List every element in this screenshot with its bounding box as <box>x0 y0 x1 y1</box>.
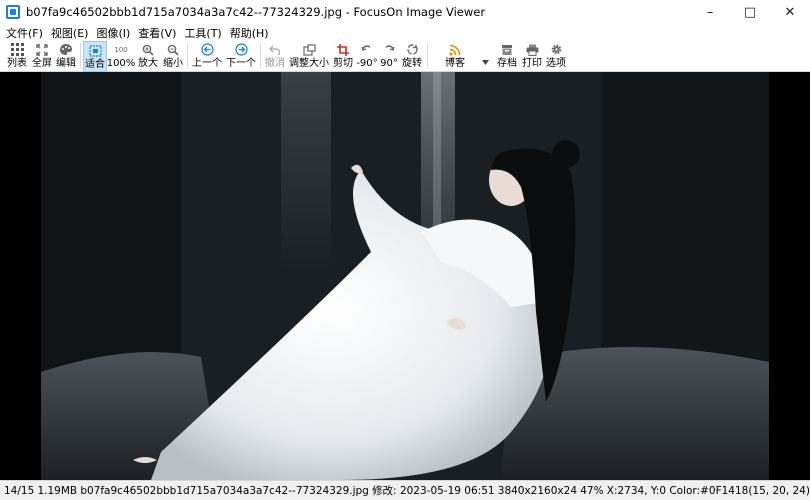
resize-button[interactable]: 调整大小 <box>287 41 331 72</box>
options-label: 选项 <box>546 58 566 69</box>
prev-button[interactable]: 上一个 <box>190 41 224 72</box>
zoom-out-icon <box>167 42 179 57</box>
printer-icon <box>526 42 539 57</box>
toolbar-divider <box>80 43 81 69</box>
status-modified: 修改: 2023-05-19 06:51 <box>372 485 495 497</box>
status-zoom: 47% <box>580 484 604 497</box>
photo-illustration <box>41 72 769 480</box>
status-color: Color:#0F1418(15, 20, 24) <box>669 484 810 497</box>
menu-image[interactable]: 图像(I) <box>92 25 134 41</box>
rss-icon <box>449 42 461 57</box>
menu-help[interactable]: 帮助(H) <box>226 25 273 41</box>
zoom-in-icon <box>142 42 154 57</box>
prev-label: 上一个 <box>192 58 222 69</box>
status-position: 14/15 <box>4 484 35 497</box>
fit-button[interactable]: 适合 <box>83 41 107 72</box>
actual-size-label: 100% <box>106 58 136 69</box>
menu-view[interactable]: 视图(E) <box>47 25 93 41</box>
blog-label: 博客 <box>445 58 465 69</box>
arrow-right-circle-icon <box>234 42 248 57</box>
toolbar-divider <box>427 43 428 69</box>
toolbar: 列表 全屏 编辑 适合 100 100% 放大 缩小 上一个 下一个 撤消 调整… <box>0 41 810 72</box>
list-button[interactable]: 列表 <box>4 41 30 72</box>
actual-size-button[interactable]: 100 100% <box>106 41 136 72</box>
palette-icon <box>59 42 73 57</box>
resize-icon <box>302 42 316 57</box>
zoom-out-button[interactable]: 缩小 <box>161 41 185 72</box>
zoom-in-button[interactable]: 放大 <box>135 41 161 72</box>
arrow-left-circle-icon <box>200 42 214 57</box>
grid-icon <box>10 42 24 57</box>
archive-icon <box>501 42 513 57</box>
displayed-photo <box>41 72 769 480</box>
menu-tools[interactable]: 工具(T) <box>180 25 225 41</box>
fullscreen-button[interactable]: 全屏 <box>30 41 54 72</box>
fullscreen-label: 全屏 <box>32 58 52 69</box>
close-button[interactable]: ✕ <box>770 0 810 24</box>
blog-dropdown[interactable] <box>480 41 490 72</box>
zoom-in-label: 放大 <box>138 58 158 69</box>
toolbar-divider <box>260 43 261 69</box>
rotate-button[interactable]: 旋转 <box>399 41 425 72</box>
print-label: 打印 <box>522 58 542 69</box>
edit-label: 编辑 <box>56 58 76 69</box>
menu-look[interactable]: 查看(V) <box>134 25 180 41</box>
toolbar-divider <box>187 43 188 69</box>
save-label: 存档 <box>497 58 517 69</box>
next-label: 下一个 <box>226 58 256 69</box>
fit-icon <box>88 43 102 58</box>
status-coords: X:2734, Y:0 <box>606 484 667 497</box>
menu-bar: 文件(F) 视图(E) 图像(I) 查看(V) 工具(T) 帮助(H) <box>0 24 810 41</box>
rotate-right-icon <box>383 42 395 57</box>
status-filename: b07fa9c46502bbb1d715a7034a3a7c42--773243… <box>80 484 369 497</box>
menu-file[interactable]: 文件(F) <box>0 25 47 41</box>
status-filesize: 1.19MB <box>37 484 78 497</box>
edit-button[interactable]: 编辑 <box>54 41 78 72</box>
undo-button[interactable]: 撤消 <box>263 41 287 72</box>
resize-label: 调整大小 <box>289 58 329 69</box>
title-bar: b07fa9c46502bbb1d715a7034a3a7c42--773243… <box>0 0 810 24</box>
rotate-icon <box>406 42 419 57</box>
window-controls: – □ ✕ <box>690 0 810 24</box>
actual-size-icon: 100 <box>114 45 128 54</box>
rotate-left-button[interactable]: -90° <box>355 41 379 72</box>
crop-button[interactable]: 剪切 <box>331 41 355 72</box>
next-button[interactable]: 下一个 <box>224 41 258 72</box>
fit-label: 适合 <box>85 59 105 70</box>
rotate-right-button[interactable]: 90° <box>379 41 399 72</box>
expand-icon <box>36 42 48 57</box>
undo-label: 撤消 <box>265 58 285 69</box>
app-logo-icon <box>6 5 20 19</box>
save-button[interactable]: 存档 <box>494 41 520 72</box>
print-button[interactable]: 打印 <box>520 41 544 72</box>
rotate-left-icon <box>361 42 373 57</box>
status-bar: 14/15 1.19MB b07fa9c46502bbb1d715a7034a3… <box>0 480 810 500</box>
list-label: 列表 <box>7 58 27 69</box>
rotate-right-label: 90° <box>380 58 398 69</box>
undo-icon <box>269 42 281 57</box>
blog-button[interactable]: 博客 <box>430 41 480 72</box>
gear-icon <box>550 42 563 57</box>
window-title: b07fa9c46502bbb1d715a7034a3a7c42--773243… <box>26 5 486 19</box>
image-viewport[interactable] <box>0 72 810 480</box>
caret-down-icon <box>481 55 489 68</box>
minimize-button[interactable]: – <box>690 0 730 24</box>
rotate-label: 旋转 <box>402 58 422 69</box>
maximize-button[interactable]: □ <box>730 0 770 24</box>
status-dimensions: 3840x2160x24 <box>497 484 577 497</box>
crop-label: 剪切 <box>333 58 353 69</box>
zoom-out-label: 缩小 <box>163 58 183 69</box>
rotate-left-label: -90° <box>356 58 378 69</box>
crop-icon <box>337 42 349 57</box>
options-button[interactable]: 选项 <box>544 41 568 72</box>
